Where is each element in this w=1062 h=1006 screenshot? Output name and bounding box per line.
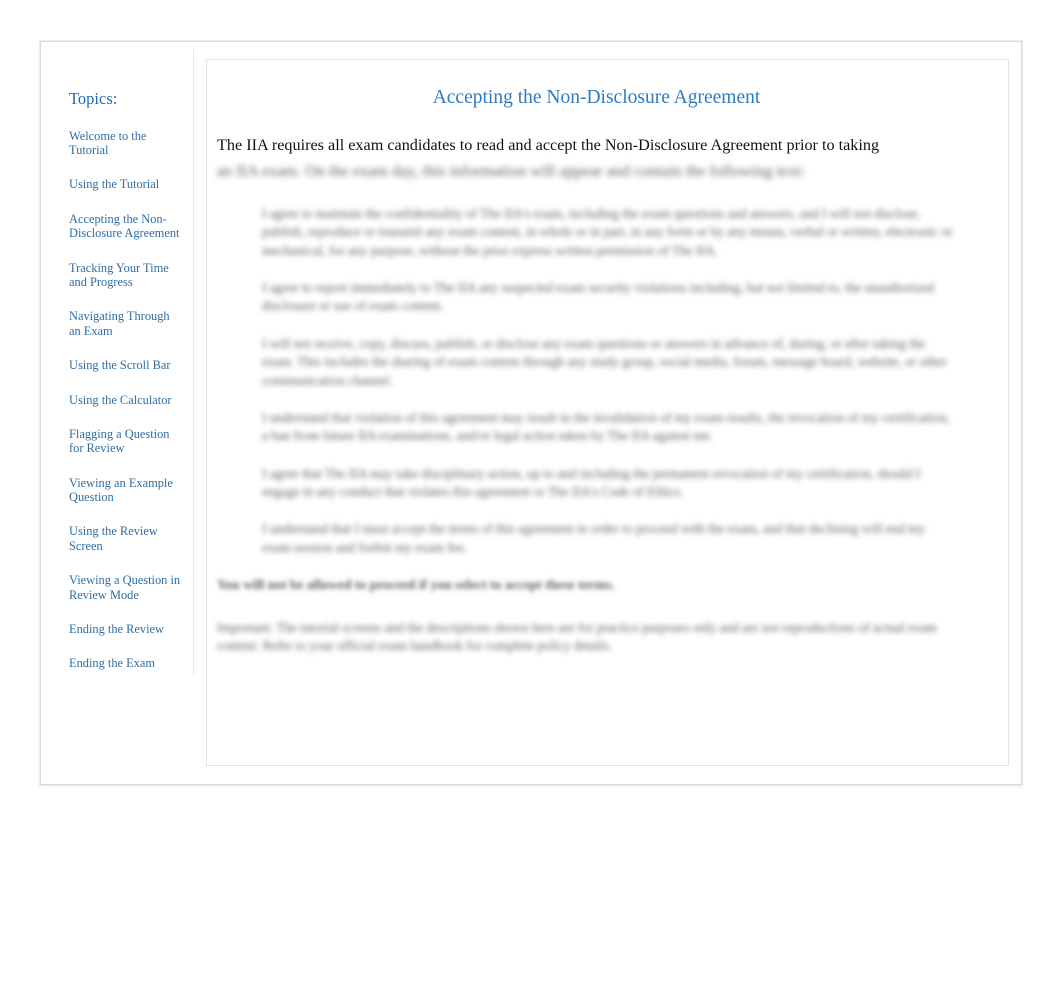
agreement-clause-6: I understand that I must accept the term… [262,521,926,555]
content-panel: Accepting the Non-Disclosure Agreement T… [206,59,1009,766]
agreement-clause-3: I will not receive, copy, discuss, publi… [262,335,947,388]
topics-sidebar: Topics: Welcome to the Tutorial Using th… [49,49,194,674]
intro-paragraph-continuation: an IIA exam. On the exam day, this infor… [217,162,806,181]
sidebar-item-viewing-an-example-question[interactable]: Viewing an Example Question [69,476,181,505]
sidebar-item-using-the-tutorial[interactable]: Using the Tutorial [69,177,181,191]
closing-paragraph: Important: The tutorial screens and the … [217,619,937,654]
agreement-clause-4: I understand that violation of this agre… [262,409,950,444]
page-title: Accepting the Non-Disclosure Agreement [432,87,761,108]
sidebar-heading: Topics: [69,89,118,108]
agreement-clause-2: I agree to report immediately to The IIA… [262,280,935,314]
sidebar-item-using-the-review-screen[interactable]: Using the Review Screen [69,524,181,553]
sidebar-item-navigating-through-an-exam[interactable]: Navigating Through an Exam [69,309,181,338]
sidebar-item-ending-the-exam[interactable]: Ending the Exam [69,656,181,670]
window-inner-surface: Topics: Welcome to the Tutorial Using th… [49,49,1013,774]
intro-paragraph: The IIA requires all exam candidates to … [217,136,880,155]
sidebar-item-ending-the-review[interactable]: Ending the Review [69,622,181,636]
sidebar-item-tracking-your-time-and-progress[interactable]: Tracking Your Time and Progress [69,261,181,290]
sidebar-item-using-the-calculator[interactable]: Using the Calculator [69,393,181,407]
sidebar-item-welcome-to-the-tutorial[interactable]: Welcome to the Tutorial [69,129,181,158]
sidebar-divider [193,49,194,674]
tutorial-window: Topics: Welcome to the Tutorial Using th… [40,41,1022,785]
content-inner: Accepting the Non-Disclosure Agreement T… [207,60,1008,675]
sidebar-item-flagging-a-question-for-review[interactable]: Flagging a Question for Review [69,427,181,456]
agreement-clause-5: I agree that The IIA may take disciplina… [262,465,921,499]
sidebar-item-using-the-scroll-bar[interactable]: Using the Scroll Bar [69,358,181,372]
acceptance-notice: You will not be allowed to proceed if yo… [217,576,615,592]
sidebar-item-viewing-a-question-in-review-mode[interactable]: Viewing a Question in Review Mode [69,573,181,602]
sidebar-item-accepting-the-non-disclosure-agreement[interactable]: Accepting the Non-Disclosure Agreement [69,212,181,241]
agreement-clause-1: I agree to maintain the confidentiality … [262,206,953,258]
